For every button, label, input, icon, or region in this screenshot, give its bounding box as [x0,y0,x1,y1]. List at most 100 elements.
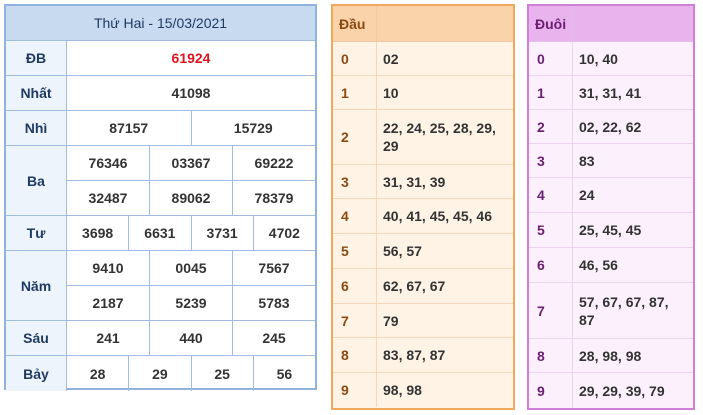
duoi-digit: 0 [529,42,573,75]
prize-label: Tư [6,216,67,250]
duoi-numbers: 25, 45, 45 [579,222,642,238]
prize-number: 9410 [92,260,124,276]
prize-number: 5783 [232,286,315,320]
dau-numbers: 98, 98 [383,382,422,398]
results-date-title: Thứ Hai - 15/03/2021 [6,6,315,41]
prize-number: 69222 [232,146,315,180]
duoi-numbers: 83 [579,152,595,169]
duoi-row: 6 46, 56 [529,248,693,283]
prize-label: ĐB [6,41,67,75]
duoi-row: 0 10, 40 [529,42,693,76]
dau-row: 5 56, 57 [333,234,513,269]
duoi-digit: 8 [529,339,573,372]
prize-number: 3731 [190,216,253,250]
duoi-digit: 3 [529,144,573,177]
dau-numbers: 62, 67, 67 [383,278,446,294]
prize-row: Năm 9410 0045 7567 2187 5239 5783 [6,251,315,321]
dau-numbers: 83, 87, 87 [383,347,446,363]
prize-number: 76346 [88,155,128,171]
duoi-numbers: 24 [579,187,595,203]
duoi-numbers: 02, 22, 62 [579,118,642,135]
results-body: ĐB 61924 Nhất 41098 Nhì 87157 15729 Ba 76346 0336… [6,41,315,391]
prize-number: 15729 [190,111,316,145]
prize-row: Ba 76346 03367 69222 32487 89062 78379 [6,146,315,216]
duoi-digit: 9 [529,373,573,408]
dau-digit: 3 [333,165,377,198]
prize-number: 5239 [149,286,232,320]
prize-row: Tư 3698 6631 3731 4702 [6,216,315,251]
dau-row: 0 02 [333,42,513,76]
dau-row: 3 31, 31, 39 [333,165,513,199]
duoi-digit: 6 [529,248,573,282]
prize-number: 87157 [109,120,149,136]
duoi-numbers: 28, 98, 98 [579,347,642,364]
dau-header: Đầu [333,6,513,42]
dau-numbers: 40, 41, 45, 45, 46 [383,208,492,224]
dau-digit: 0 [333,42,377,75]
prize-number: 241 [96,330,120,346]
prize-number: 78379 [232,181,315,215]
prize-label: Ba [6,146,67,215]
dau-numbers: 31, 31, 39 [383,173,446,190]
dau-digit: 6 [333,269,377,303]
prize-row: Nhất 41098 [6,76,315,111]
prize-row: Bảy 28 29 25 56 [6,356,315,391]
duoi-body: 0 10, 40 1 31, 31, 41 2 02, 22, 62 3 83 4 24 5 25, … [529,42,693,408]
dau-row: 1 10 [333,76,513,110]
prize-number: 32487 [88,190,128,206]
duoi-header-label: Đuôi [529,6,573,41]
prize-number: 89062 [149,181,232,215]
prize-row: Sáu 241 440 245 [6,321,315,356]
dau-numbers: 22, 24, 25, 28, 29, 29 [383,120,496,154]
duoi-numbers: 10, 40 [579,50,618,67]
duoi-row: 3 83 [529,144,693,178]
duoi-row: 5 25, 45, 45 [529,213,693,248]
dau-header-blank [377,6,513,41]
dau-row: 6 62, 67, 67 [333,269,513,304]
lottery-results-table: Thứ Hai - 15/03/2021 ĐB 61924 Nhất 41098 Nhì… [4,4,317,391]
prize-row: ĐB 61924 [6,41,315,76]
dau-digit: 4 [333,199,377,233]
dau-numbers: 79 [383,312,399,329]
prize-number: 56 [252,356,315,391]
prize-label: Sáu [6,321,67,355]
duoi-digit: 7 [529,283,573,338]
dau-numbers: 10 [383,84,399,101]
duoi-row: 7 57, 67, 67, 87, 87 [529,283,693,339]
prize-label: Nhì [6,111,67,145]
duoi-digit: 5 [529,213,573,247]
prize-number: 245 [232,321,315,355]
prize-number: 440 [149,321,232,355]
prize-number: 7567 [232,251,315,285]
duoi-digit: 1 [529,76,573,109]
duoi-numbers: 57, 67, 67, 87, 87 [579,293,669,328]
duoi-header: Đuôi [529,6,693,42]
dau-row: 9 98, 98 [333,373,513,407]
prize-label: Nhất [6,76,67,110]
duoi-row: 1 31, 31, 41 [529,76,693,110]
prize-number: 4702 [252,216,315,250]
dau-digit: 2 [333,110,377,164]
dau-header-label: Đầu [333,6,377,41]
duoi-numbers: 31, 31, 41 [579,84,642,101]
duoi-digit: 4 [529,178,573,212]
duoi-header-blank [573,6,693,41]
prize-number: 41098 [171,85,211,101]
dau-row: 7 79 [333,304,513,338]
dau-digit: 5 [333,234,377,268]
dau-row: 2 22, 24, 25, 28, 29, 29 [333,110,513,165]
dau-digit: 8 [333,338,377,372]
prize-number: 29 [128,356,190,391]
prize-number: 25 [190,356,253,391]
duoi-row: 9 29, 29, 39, 79 [529,373,693,408]
prize-number: 03367 [149,146,232,180]
dau-digit: 9 [333,373,377,407]
dau-body: 0 02 1 10 2 22, 24, 25, 28, 29, 29 3 31, 31, 39… [333,42,513,407]
dau-panel: Đầu 0 02 1 10 2 22, 24, 25, 28, 29, 29 3 31, 31… [331,4,515,410]
dau-numbers: 56, 57 [383,243,422,259]
duoi-row: 4 24 [529,178,693,213]
dau-row: 8 83, 87, 87 [333,338,513,373]
duoi-digit: 2 [529,110,573,143]
dau-row: 4 40, 41, 45, 45, 46 [333,199,513,234]
prize-number: 6631 [128,216,190,250]
